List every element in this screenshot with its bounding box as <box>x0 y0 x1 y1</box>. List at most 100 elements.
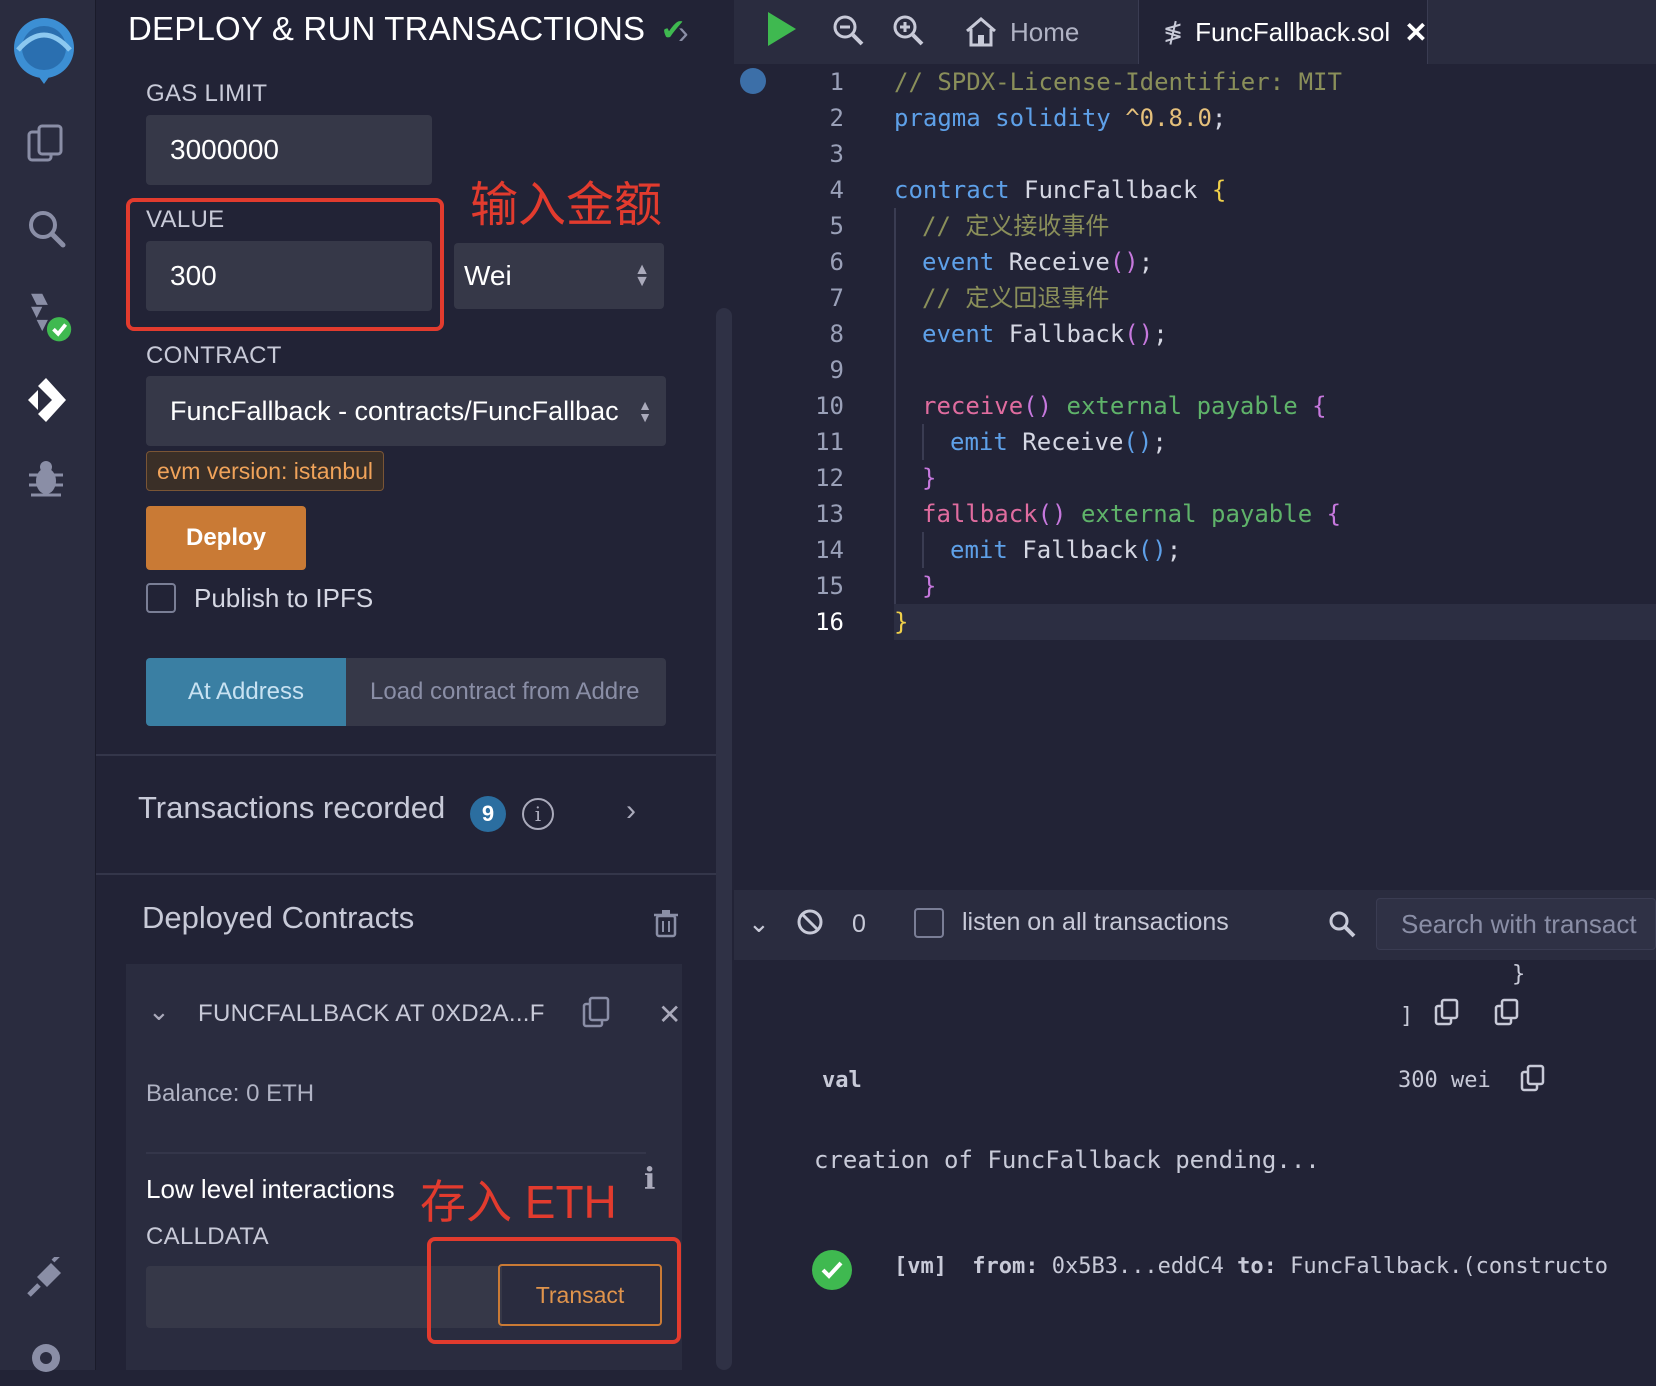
evm-version-badge: evm version: istanbul <box>146 451 385 491</box>
indent-guide <box>922 424 924 460</box>
contract-select[interactable]: FuncFallback - contracts/FuncFallbac ▲ ▼ <box>146 376 666 446</box>
gas-limit-input[interactable]: 3000000 <box>146 115 432 185</box>
zoom-out-icon[interactable] <box>832 14 864 51</box>
code-line: // 定义接收事件 <box>922 212 1110 240</box>
annotation-box-value <box>126 198 444 331</box>
line-number: 2 <box>829 104 844 132</box>
code-line: receive() external payable { <box>922 392 1327 420</box>
transactions-count-badge: 9 <box>470 796 506 832</box>
tx-log-from-value: 0x5B3...eddC4 <box>1051 1254 1224 1279</box>
clear-console-icon[interactable] <box>796 908 824 941</box>
info-icon[interactable]: i <box>644 1162 655 1197</box>
line-number: 7 <box>829 284 844 312</box>
terminal-toolbar: ⌄ 0 listen on all transactions Search wi… <box>734 890 1656 960</box>
editor-area: Home ≸ FuncFallback.sol ✕ 1 2 3 4 5 6 7 … <box>734 0 1656 1370</box>
code-line: // 定义回退事件 <box>922 284 1110 312</box>
annotation-eth-text: 存入 ETH <box>420 1176 617 1228</box>
deploy-run-panel: DEPLOY & RUN TRANSACTIONS ✔ › GAS LIMIT … <box>96 0 732 1370</box>
icon-rail <box>0 0 96 1372</box>
copy-icon[interactable] <box>1434 998 1460 1031</box>
chevron-down-icon[interactable]: ⌄ <box>148 996 170 1027</box>
settings-icon[interactable] <box>18 1330 74 1386</box>
low-level-interactions-label: Low level interactions <box>146 1174 395 1204</box>
debugger-icon[interactable] <box>18 450 74 506</box>
json-brace: } <box>1512 962 1526 987</box>
code-line: // SPDX-License-Identifier: MIT <box>894 68 1342 96</box>
info-icon[interactable]: i <box>522 798 554 830</box>
deploy-button[interactable]: Deploy <box>146 506 306 570</box>
line-number: 8 <box>829 320 844 348</box>
zoom-in-icon[interactable] <box>892 14 924 51</box>
line-number: 11 <box>815 428 844 456</box>
at-address-button[interactable]: At Address <box>146 658 346 726</box>
panel-scrollbar[interactable] <box>716 308 732 1370</box>
tab-funcfallback[interactable]: ≸ FuncFallback.sol ✕ <box>1138 0 1428 64</box>
indent-guide <box>894 208 896 604</box>
transactions-recorded-label[interactable]: Transactions recorded <box>138 790 445 826</box>
balance-text: Balance: 0 ETH <box>146 1080 315 1107</box>
code-line: contract FuncFallback { <box>894 176 1227 204</box>
file-explorer-icon[interactable] <box>18 115 74 171</box>
gas-limit-label: GAS LIMIT <box>146 80 268 107</box>
publish-ipfs-label: Publish to IPFS <box>194 583 374 613</box>
search-icon[interactable] <box>18 200 74 256</box>
solidity-compiler-icon[interactable] <box>18 290 74 346</box>
editor-tab-bar: Home ≸ FuncFallback.sol ✕ <box>734 0 1656 64</box>
contract-select-value: FuncFallback - contracts/FuncFallbac <box>170 395 619 426</box>
divider <box>96 873 716 875</box>
tab-home[interactable]: Home <box>964 0 1079 64</box>
search-icon[interactable] <box>1328 910 1356 943</box>
copy-icon[interactable] <box>1494 998 1520 1031</box>
code-line: fallback() external payable { <box>922 500 1342 528</box>
run-script-icon[interactable] <box>764 10 798 53</box>
trash-icon[interactable] <box>654 910 678 943</box>
close-tab-icon[interactable]: ✕ <box>1404 16 1427 49</box>
calldata-label: CALLDATA <box>146 1223 269 1250</box>
terminal-search-input[interactable]: Search with transact <box>1376 898 1656 950</box>
creation-pending-message: creation of FuncFallback pending... <box>814 1146 1320 1174</box>
load-contract-address-input[interactable]: Load contract from Addre <box>346 658 666 726</box>
code-line: emit Fallback(); <box>950 536 1182 564</box>
tab-funcfallback-label: FuncFallback.sol <box>1195 16 1391 47</box>
select-arrows-icon: ▲ ▼ <box>638 397 652 425</box>
contract-label: CONTRACT <box>146 342 282 369</box>
copy-icon[interactable] <box>582 996 610 1033</box>
annotation-box-transact <box>427 1237 681 1344</box>
pending-tx-count: 0 <box>852 910 866 938</box>
close-icon[interactable]: ✕ <box>658 998 681 1031</box>
tx-log-from-key: from: <box>972 1254 1039 1279</box>
remix-logo-icon[interactable] <box>2 10 86 86</box>
listen-all-label: listen on all transactions <box>962 908 1229 936</box>
value-unit-select[interactable]: Wei ▲ ▼ <box>454 243 664 309</box>
code-line: event Fallback(); <box>922 320 1168 348</box>
tx-field-value: 300 wei <box>1398 1068 1491 1093</box>
line-number: 13 <box>815 500 844 528</box>
chevron-right-icon[interactable]: › <box>678 14 689 51</box>
tx-log-line[interactable]: [vm] from: 0x5B3...eddC4 to: FuncFallbac… <box>894 1254 1608 1279</box>
value-unit-label: Wei <box>464 260 512 291</box>
line-number: 3 <box>829 140 844 168</box>
success-check-icon <box>812 1250 852 1290</box>
line-number: 4 <box>829 176 844 204</box>
plugin-manager-icon[interactable] <box>18 1250 74 1306</box>
divider <box>146 1152 646 1154</box>
publish-ipfs-checkbox[interactable] <box>146 583 176 613</box>
collapse-terminal-icon[interactable]: ⌄ <box>748 908 770 939</box>
line-number: 10 <box>815 392 844 420</box>
chevron-right-icon[interactable]: › <box>626 794 636 828</box>
deploy-run-icon[interactable] <box>18 372 74 428</box>
tx-log-to-value: FuncFallback.(constructo <box>1290 1254 1609 1279</box>
code-line: emit Receive(); <box>950 428 1167 456</box>
divider <box>96 754 716 756</box>
copy-icon[interactable] <box>1520 1064 1546 1097</box>
line-number: 5 <box>829 212 844 240</box>
tx-log-to-key: to: <box>1237 1254 1277 1279</box>
listen-all-checkbox[interactable] <box>914 908 944 938</box>
code-line: pragma solidity ^0.8.0; <box>894 104 1227 132</box>
instance-name[interactable]: FUNCFALLBACK AT 0XD2A...F <box>198 1000 545 1028</box>
line-number: 12 <box>815 464 844 492</box>
home-icon <box>966 17 996 47</box>
terminal-output: } ] val 300 wei creation of FuncFallback… <box>734 960 1656 1370</box>
line-number: 1 <box>829 68 844 96</box>
json-bracket: ] <box>1400 1004 1414 1029</box>
